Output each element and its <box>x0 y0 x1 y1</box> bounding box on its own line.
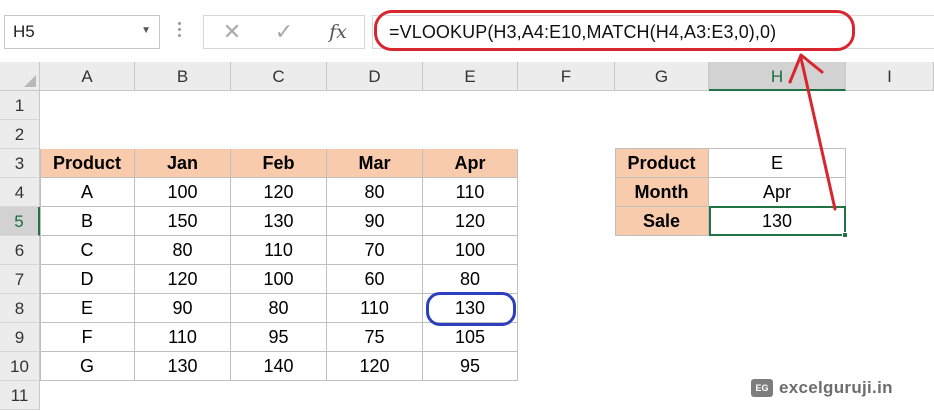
table-cell[interactable]: E <box>40 294 135 323</box>
table-cell[interactable]: 120 <box>231 178 327 207</box>
watermark-text: excelguruji.in <box>779 378 893 397</box>
fill-handle[interactable] <box>842 232 848 238</box>
column-header-a[interactable]: A <box>40 62 135 91</box>
table-cell[interactable]: 105 <box>423 323 518 352</box>
table-cell[interactable]: 110 <box>231 236 327 265</box>
column-header-i[interactable]: I <box>846 62 934 91</box>
row-header-3[interactable]: 3 <box>0 149 40 178</box>
table-cell[interactable]: 110 <box>327 294 423 323</box>
table-cell[interactable]: 120 <box>135 265 231 294</box>
table-header-cell[interactable]: Apr <box>423 149 518 178</box>
table-cell[interactable]: 80 <box>135 236 231 265</box>
table-header-cell[interactable]: Mar <box>327 149 423 178</box>
column-header-c[interactable]: C <box>231 62 327 91</box>
table-cell[interactable]: C <box>40 236 135 265</box>
column-header-d[interactable]: D <box>327 62 423 91</box>
row-header-5[interactable]: 5 <box>0 207 40 236</box>
column-header-h[interactable]: H <box>709 62 846 91</box>
name-box-value: H5 <box>13 22 35 41</box>
table-cell[interactable]: 130 <box>231 207 327 236</box>
table-cell[interactable]: D <box>40 265 135 294</box>
row-header-7[interactable]: 7 <box>0 265 40 294</box>
table-cell[interactable]: 100 <box>231 265 327 294</box>
formula-buttons: ✕ ✓ fx <box>203 15 365 49</box>
drag-handle-icon[interactable] <box>174 19 184 45</box>
table-cell[interactable]: 80 <box>327 178 423 207</box>
insert-function-icon[interactable]: fx <box>318 18 358 46</box>
table-cell[interactable]: G <box>40 352 135 381</box>
table-cell[interactable]: B <box>40 207 135 236</box>
table-cell[interactable]: 140 <box>231 352 327 381</box>
table-cell[interactable]: 130 <box>135 352 231 381</box>
formula-highlight-annotation <box>374 10 855 51</box>
table-header-cell[interactable]: Jan <box>135 149 231 178</box>
column-header-b[interactable]: B <box>135 62 231 91</box>
select-all-button[interactable] <box>0 62 40 91</box>
enter-icon[interactable]: ✓ <box>264 18 304 46</box>
row-header-1[interactable]: 1 <box>0 91 40 120</box>
table-cell[interactable]: 60 <box>327 265 423 294</box>
table-cell[interactable]: 95 <box>423 352 518 381</box>
table-cell[interactable]: 100 <box>135 178 231 207</box>
row-header-9[interactable]: 9 <box>0 323 40 352</box>
table-cell[interactable]: F <box>40 323 135 352</box>
row-header-10[interactable]: 10 <box>0 352 40 381</box>
table-cell[interactable]: 90 <box>135 294 231 323</box>
table-header-cell[interactable]: Product <box>40 149 135 178</box>
row-header-11[interactable]: 11 <box>0 381 40 410</box>
column-header-f[interactable]: F <box>518 62 615 91</box>
table-cell[interactable]: 120 <box>327 352 423 381</box>
row-header-4[interactable]: 4 <box>0 178 40 207</box>
table-cell[interactable]: 110 <box>423 178 518 207</box>
active-cell-selection[interactable] <box>709 206 848 238</box>
table-cell[interactable]: 80 <box>231 294 327 323</box>
name-box[interactable]: H5 ▼ <box>4 15 160 49</box>
cancel-icon[interactable]: ✕ <box>212 18 252 46</box>
row-header-6[interactable]: 6 <box>0 236 40 265</box>
table-cell[interactable]: 70 <box>327 236 423 265</box>
table-cell[interactable]: 110 <box>135 323 231 352</box>
row-header-2[interactable]: 2 <box>0 120 40 149</box>
result-highlight-annotation <box>426 292 516 326</box>
watermark: EG excelguruji.in <box>751 374 893 402</box>
table-cell[interactable]: 100 <box>423 236 518 265</box>
table-left-border <box>40 149 41 381</box>
table-cell[interactable]: 120 <box>423 207 518 236</box>
column-header-e[interactable]: E <box>423 62 518 91</box>
table-cell[interactable]: 90 <box>327 207 423 236</box>
table-cell[interactable]: 80 <box>423 265 518 294</box>
column-header-g[interactable]: G <box>615 62 709 91</box>
logo-icon: EG <box>751 379 773 397</box>
table-cell[interactable]: A <box>40 178 135 207</box>
chevron-down-icon[interactable]: ▼ <box>141 25 151 36</box>
row-header-8[interactable]: 8 <box>0 294 40 323</box>
table-cell[interactable]: 95 <box>231 323 327 352</box>
table-cell[interactable]: 150 <box>135 207 231 236</box>
table-header-cell[interactable]: Feb <box>231 149 327 178</box>
table-cell[interactable]: 75 <box>327 323 423 352</box>
